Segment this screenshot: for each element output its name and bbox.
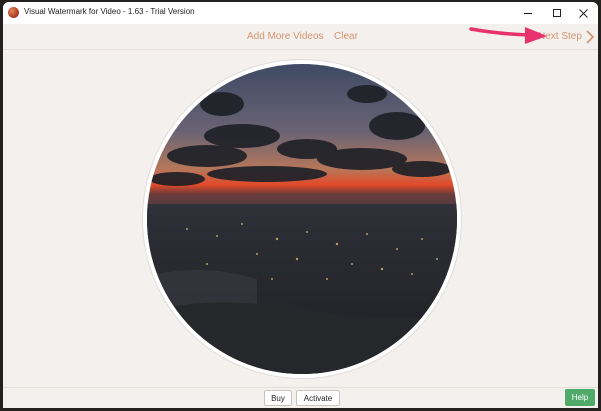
preview-frame [143, 60, 461, 378]
chevron-right-icon[interactable] [585, 29, 595, 45]
close-button[interactable] [569, 2, 598, 24]
title-bar: Visual Watermark for Video - 1.63 - Tria… [3, 2, 598, 24]
activate-button[interactable]: Activate [296, 390, 340, 406]
minimize-icon [523, 12, 532, 14]
clear-link[interactable]: Clear [334, 31, 358, 42]
minimize-button[interactable] [513, 2, 542, 24]
app-icon [8, 7, 19, 18]
maximize-icon [552, 9, 561, 17]
preview-area [3, 51, 598, 387]
maximize-button[interactable] [542, 2, 571, 24]
app-window: Visual Watermark for Video - 1.63 - Tria… [3, 2, 598, 408]
bottom-bar: Buy Activate Help [3, 387, 598, 408]
pink-arrow-icon [469, 27, 547, 44]
city-night-image [147, 64, 457, 374]
window-title: Visual Watermark for Video - 1.63 - Tria… [24, 7, 195, 16]
buy-button[interactable]: Buy [264, 390, 292, 406]
help-button[interactable]: Help [565, 389, 595, 406]
add-more-videos-link[interactable]: Add More Videos [247, 31, 324, 42]
video-thumbnail[interactable] [147, 64, 457, 374]
close-icon [579, 8, 588, 18]
